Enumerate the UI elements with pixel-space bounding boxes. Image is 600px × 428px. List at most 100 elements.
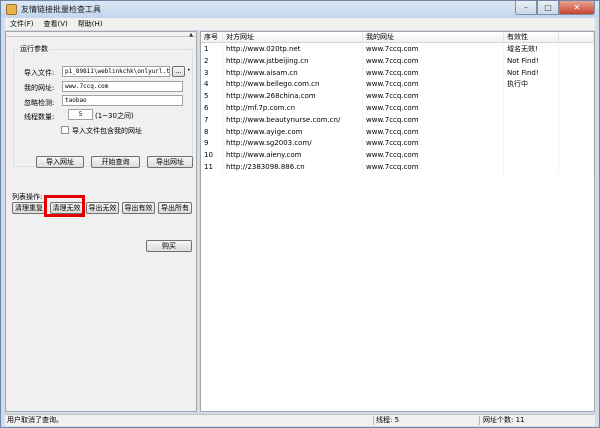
table-row[interactable]: 10 http://www.aieny.com www.7ccq.com <box>201 150 594 162</box>
table-row[interactable]: 2 http://www.jstbeijing.cn www.7ccq.com Not… <box>201 55 594 68</box>
menu-file[interactable]: 文件(F) <box>5 18 39 30</box>
cell-partner-url: http://www.ayige.com <box>223 126 363 139</box>
cell-my-url: www.7ccq.com <box>363 55 504 68</box>
cell-partner-url: http://www.sg2003.com/ <box>223 138 363 151</box>
import-file-field[interactable]: p1_89811\weblinkchk\onlyurl.txt <box>62 66 170 77</box>
cell-validity <box>504 114 559 127</box>
column-header-partner-url[interactable]: 对方网址 <box>223 32 363 43</box>
status-message: 用户取消了查询。 <box>7 416 63 424</box>
cell-my-url: www.7ccq.com <box>363 138 504 151</box>
results-table[interactable]: 序号 对方网址 我的网址 有效性 1 http://www.020tp.net ww… <box>200 31 595 412</box>
start-query-button[interactable]: 开始查询 <box>91 156 140 168</box>
cell-filler <box>559 138 594 151</box>
minimize-button[interactable]: – <box>515 1 537 15</box>
threads-field[interactable]: 5 <box>68 109 93 120</box>
window-title: 友情链接批量检查工具 <box>21 5 101 14</box>
status-divider <box>373 416 374 425</box>
cell-validity <box>504 138 559 151</box>
cell-partner-url: http://www.aisam.cn <box>223 67 363 80</box>
include-my-url-checkbox[interactable] <box>61 126 69 134</box>
cell-index: 10 <box>201 150 223 162</box>
cell-partner-url: http://www.268china.com <box>223 91 363 103</box>
cell-my-url: www.7ccq.com <box>363 44 504 56</box>
status-url-count: 网址个数: 11 <box>483 416 525 424</box>
column-header-index[interactable]: 序号 <box>201 32 223 43</box>
table-row[interactable]: 5 http://www.268china.com www.7ccq.com <box>201 91 594 103</box>
cell-filler <box>559 79 594 92</box>
buy-button[interactable]: 购买 <box>146 240 192 252</box>
app-icon <box>6 4 17 15</box>
browse-button[interactable]: ... <box>172 66 185 77</box>
column-header-my-url[interactable]: 我的网址 <box>363 32 504 43</box>
menu-view[interactable]: 查看(V) <box>39 18 73 30</box>
table-row[interactable]: 7 http://www.beautynurse.com.cn/www.7ccq.… <box>201 114 594 127</box>
close-button[interactable]: ✕ <box>559 1 595 15</box>
cell-partner-url: http://www.aieny.com <box>223 150 363 162</box>
maximize-button[interactable]: □ <box>537 1 559 15</box>
cell-index: 1 <box>201 44 223 56</box>
cell-validity: 执行中 <box>504 79 559 92</box>
include-my-url-label: 导入文件包含我的网址 <box>72 127 142 135</box>
export-all-button[interactable]: 导出所有 <box>158 202 192 214</box>
cell-filler <box>559 55 594 68</box>
my-url-field[interactable]: www.7ccq.com <box>62 81 183 92</box>
table-row[interactable]: 6 http://mf.7p.com.cn www.7ccq.com <box>201 102 594 115</box>
table-body: 1 http://www.020tp.net www.7ccq.com 域名无效! 2 h… <box>201 44 594 174</box>
cell-my-url: www.7ccq.com <box>363 91 504 103</box>
cell-partner-url: http://www.jstbeijing.cn <box>223 55 363 68</box>
cell-validity <box>504 161 559 174</box>
export-invalid-button[interactable]: 导出无效 <box>86 202 119 214</box>
export-urls-button[interactable]: 导出网址 <box>147 156 193 168</box>
status-threads: 线程: 5 <box>376 416 400 424</box>
settings-panel: ▲ 运行参数 导入文件: p1_89811\weblinkchk\onlyurl… <box>5 31 197 412</box>
import-file-label: 导入文件: <box>24 69 55 77</box>
table-row[interactable]: 4 http://www.bellego.com.cn www.7ccq.com 执行… <box>201 79 594 92</box>
import-urls-button[interactable]: 导入网址 <box>36 156 84 168</box>
table-row[interactable]: 9 http://www.sg2003.com/www.7ccq.com <box>201 138 594 151</box>
my-url-label: 我的网址: <box>24 84 55 92</box>
cell-filler <box>559 91 594 103</box>
status-divider <box>479 416 480 425</box>
cell-index: 2 <box>201 55 223 68</box>
cell-index: 6 <box>201 102 223 115</box>
cell-index: 3 <box>201 67 223 80</box>
title-bar[interactable]: 友情链接批量检查工具 – □ ✕ <box>1 1 599 18</box>
cell-partner-url: http://www.bellego.com.cn <box>223 79 363 92</box>
table-row[interactable]: 11 http://2383098.886.cn www.7ccq.com <box>201 161 594 174</box>
cell-validity <box>504 150 559 162</box>
column-header-validity[interactable]: 有效性 <box>504 32 559 43</box>
list-ops-label: 列表操作: <box>12 193 43 201</box>
table-row[interactable]: 3 http://www.aisam.cn www.7ccq.com Not Find… <box>201 67 594 80</box>
cell-filler <box>559 126 594 139</box>
cell-my-url: www.7ccq.com <box>363 67 504 80</box>
clear-duplicates-button[interactable]: 清理重复 <box>12 202 46 214</box>
cell-filler <box>559 102 594 115</box>
app-window: 友情链接批量检查工具 – □ ✕ 文件(F) 查看(V) 帮助(H) ▲ 运行参… <box>0 0 600 428</box>
cell-my-url: www.7ccq.com <box>363 126 504 139</box>
cell-filler <box>559 150 594 162</box>
menu-help[interactable]: 帮助(H) <box>73 18 108 30</box>
cell-filler <box>559 67 594 80</box>
cell-validity: 域名无效! <box>504 44 559 56</box>
panel-splitter[interactable]: ▲ <box>6 32 196 38</box>
threads-label: 线程数量: <box>24 113 55 121</box>
cell-partner-url: http://www.020tp.net <box>223 44 363 56</box>
collapse-arrow-icon[interactable]: ▲ <box>189 32 193 38</box>
table-row[interactable]: 1 http://www.020tp.net www.7ccq.com 域名无效! <box>201 44 594 56</box>
window-controls: – □ ✕ <box>515 1 595 16</box>
cell-filler <box>559 114 594 127</box>
table-row[interactable]: 8 http://www.ayige.com www.7ccq.com <box>201 126 594 139</box>
cell-my-url: www.7ccq.com <box>363 161 504 174</box>
cell-validity <box>504 91 559 103</box>
export-valid-button[interactable]: 导出有效 <box>122 202 155 214</box>
cell-my-url: www.7ccq.com <box>363 102 504 115</box>
ignore-field[interactable]: taobao <box>62 95 183 106</box>
cell-index: 8 <box>201 126 223 139</box>
cell-validity <box>504 102 559 115</box>
status-bar: 用户取消了查询。 线程: 5 网址个数: 11 <box>5 414 595 426</box>
cell-filler <box>559 44 594 56</box>
cell-my-url: www.7ccq.com <box>363 79 504 92</box>
highlight-box <box>44 195 85 217</box>
cell-validity: Not Find! <box>504 67 559 80</box>
table-header: 序号 对方网址 我的网址 有效性 <box>201 32 594 43</box>
